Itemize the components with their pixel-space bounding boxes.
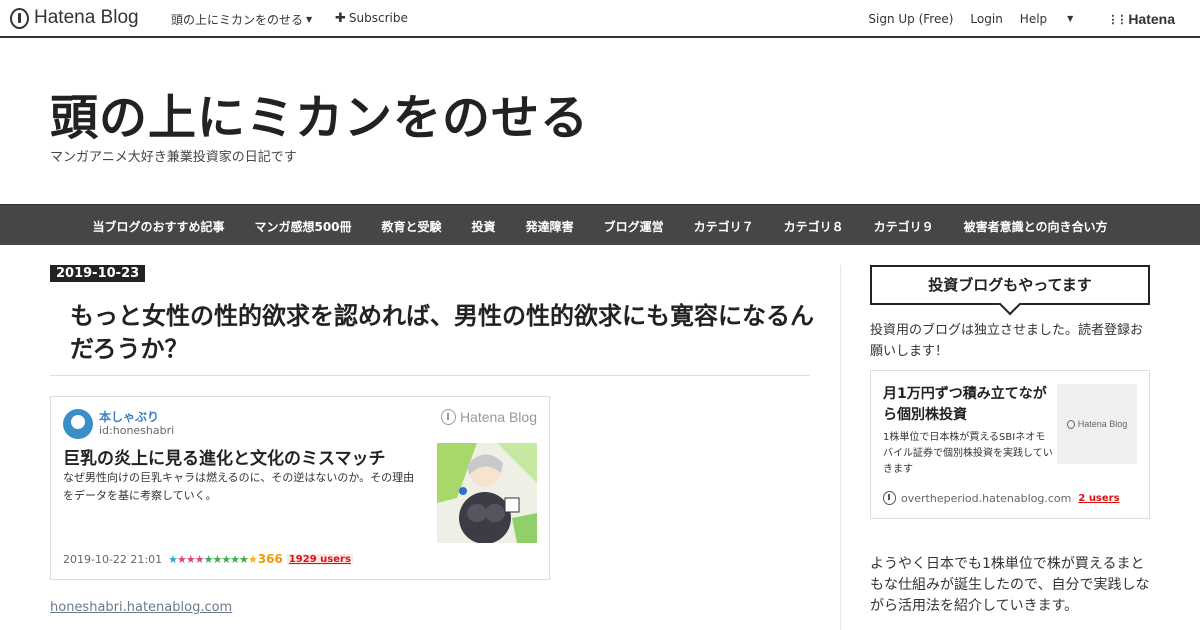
title-divider: [50, 375, 810, 376]
nav-item[interactable]: 当ブログのおすすめ記事: [92, 218, 224, 235]
blog-description: マンガアニメ大好き兼業投資家の日記です: [50, 150, 297, 165]
embed-author[interactable]: 本しゃぶり: [99, 408, 159, 425]
nav-item[interactable]: カテゴリ７: [694, 218, 754, 235]
embed-title[interactable]: 巨乳の炎上に見る進化と文化のミスマッチ: [63, 444, 386, 469]
hatena-blog-logo-icon: [440, 409, 456, 425]
hatena-topbar: Hatena Blog 頭の上にミカンをのせる ▼ ✚ Subscribe Sign…: [0, 0, 1200, 38]
sidebar-body-text: ようやく日本でも1株単位で株が買えるまともな仕組みが誕生したので、自分で実践しな…: [870, 556, 1150, 614]
sidebar-divider: [840, 265, 841, 630]
login-link[interactable]: Login: [970, 12, 1002, 26]
brand-text: Hatena Blog: [34, 7, 139, 28]
top-right-menu: Sign Up (Free) Login Help ▼ ⋮⋮ Hatena: [868, 11, 1200, 27]
blog-title[interactable]: 頭の上にミカンをのせる: [50, 78, 589, 148]
embed-description: なぜ男性向けの巨乳キャラは燃えるのに、その逆はないのか。その理由をデータを基に考…: [63, 471, 415, 502]
subscribe-button[interactable]: ✚ Subscribe: [335, 11, 408, 26]
embed-hatena-brand: Hatena Blog: [440, 409, 537, 425]
sign-up-link[interactable]: Sign Up (Free): [868, 12, 953, 26]
manga-cover-image: [437, 443, 537, 543]
hatena-logo-text: Hatena: [1128, 11, 1175, 27]
embed-timestamp: 2019-10-22 21:01: [63, 552, 163, 566]
sidebar-blog-card[interactable]: 月1万円ずつ積み立てながら個別株投資 1株単位で日本株が買えるSBIネオモバイル…: [870, 370, 1150, 519]
card-thumbnail[interactable]: Hatena Blog: [1057, 384, 1137, 464]
card-users-badge[interactable]: 2 users: [1078, 493, 1119, 504]
nav-item[interactable]: ブログ運営: [604, 218, 664, 235]
card-meta: overtheperiod.hatenablog.com 2 users: [883, 491, 1120, 505]
embed-author-id: id:honeshabri: [99, 424, 175, 437]
blog-menu-label: 頭の上にミカンをのせる: [171, 13, 304, 27]
hatena-blog-logo-icon: [883, 491, 896, 505]
nav-item[interactable]: マンガ感想500冊: [254, 218, 351, 235]
nav-item[interactable]: 発達障害: [526, 218, 574, 235]
star-icons[interactable]: ★★★★★★★★★★: [168, 553, 258, 566]
subscribe-label: Subscribe: [348, 11, 408, 25]
star-count: 366: [257, 552, 283, 566]
caret-down-icon: ▼: [1067, 14, 1074, 23]
article-date[interactable]: 2019-10-23: [50, 265, 146, 282]
nav-item[interactable]: 教育と受験: [382, 218, 442, 235]
sidebar-intro: 投資用のブログは独立させました。読者登録お願いします！: [870, 323, 1144, 359]
embed-thumbnail[interactable]: [437, 443, 537, 543]
embed-brand-text: Hatena Blog: [459, 409, 537, 425]
hatena-blog-brand[interactable]: Hatena Blog: [10, 7, 139, 29]
card-title[interactable]: 月1万円ずつ積み立てながら個別株投資: [883, 384, 1053, 426]
nav-item[interactable]: カテゴリ９: [874, 218, 934, 235]
source-link[interactable]: honeshabri.hatenablog.com: [50, 600, 232, 615]
hatena-blog-logo-icon: [10, 7, 29, 29]
card-thumb-label: Hatena Blog: [1077, 419, 1128, 429]
caret-down-icon: ▼: [306, 15, 313, 24]
embed-meta: 2019-10-22 21:01 ★★★★★★★★★★ 366 1929 use…: [63, 552, 353, 566]
sidebar-heading: 投資ブログもやってます: [870, 265, 1150, 305]
card-domain[interactable]: overtheperiod.hatenablog.com: [901, 492, 1071, 505]
blog-menu-dropdown[interactable]: 頭の上にミカンをのせる ▼: [171, 11, 312, 28]
nav-item[interactable]: カテゴリ８: [784, 218, 844, 235]
help-label: Help: [1019, 12, 1048, 26]
nav-item[interactable]: 投資: [472, 218, 496, 235]
hatena-dots-icon: ⋮⋮: [1107, 13, 1127, 26]
article-title[interactable]: もっと女性の性的欲求を認めれば、男性の性的欲求にも寛容になるんだろうか？: [70, 300, 820, 366]
plus-icon: ✚: [335, 11, 346, 26]
hatena-logo-link[interactable]: ⋮⋮ Hatena: [1107, 11, 1192, 27]
nav-list: 当ブログのおすすめ記事 マンガ感想500冊 教育と受験 投資 発達障害 ブログ運営 カテゴリ…: [0, 205, 1200, 235]
author-avatar: [63, 409, 93, 439]
global-nav: 当ブログのおすすめ記事 マンガ感想500冊 教育と受験 投資 発達障害 ブログ運営 カテゴリ…: [0, 204, 1200, 245]
hatena-blog-logo-icon: [1066, 419, 1075, 429]
nav-item[interactable]: 被害者意識との向き合い方: [964, 218, 1108, 235]
card-description: 1株単位で日本株が買えるSBIネオモバイル証券で個別株投資を実践していきます: [883, 432, 1053, 475]
bookmark-users-badge[interactable]: 1929 users: [286, 553, 353, 565]
blog-card-embed[interactable]: 本しゃぶり id:honeshabri Hatena Blog 巨乳の炎上に見る…: [50, 396, 550, 580]
help-menu[interactable]: Help ▼: [1020, 12, 1091, 26]
